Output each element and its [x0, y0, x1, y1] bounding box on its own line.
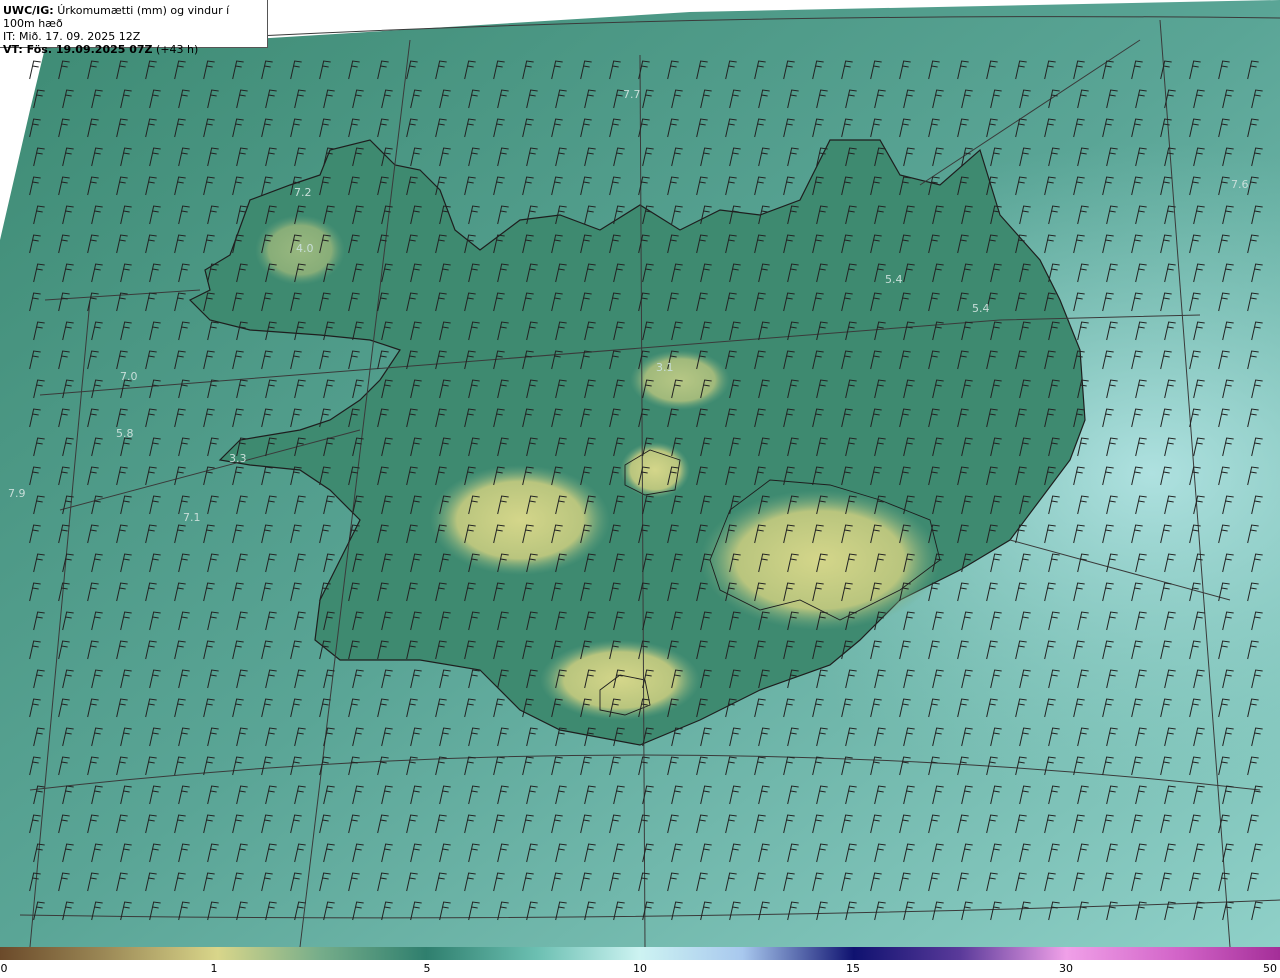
map-label: 3.3 [229, 452, 247, 465]
forecast-header: UWC/IG: Úrkomumætti (mm) og vindur í 100… [0, 0, 268, 56]
map-label: 5.4 [972, 302, 990, 315]
map-label: 7.0 [120, 370, 138, 383]
map-viewer: 7.7 7.2 4.0 7.0 5.8 3.3 7.9 7.1 3.1 5.4 … [0, 0, 1280, 978]
init-time: IT: Mið. 17. 09. 2025 12Z [3, 30, 141, 43]
colorbar-tick: 5 [423, 962, 431, 975]
highland-south [540, 640, 700, 720]
header-title-line: UWC/IG: Úrkomumætti (mm) og vindur í 100… [3, 4, 264, 30]
map-label: 7.9 [8, 487, 26, 500]
colorbar-tick: 1 [210, 962, 218, 975]
map-label: 5.8 [116, 427, 134, 440]
forecast-map[interactable]: 7.7 7.2 4.0 7.0 5.8 3.3 7.9 7.1 3.1 5.4 … [0, 0, 1280, 947]
highland-north [630, 350, 730, 410]
map-label: 7.7 [623, 88, 641, 101]
colorbar-gradient [0, 947, 1280, 960]
colorbar-tick: 50 [1263, 962, 1277, 975]
map-label: 7.2 [294, 186, 312, 199]
map-label: 5.4 [885, 273, 903, 286]
colorbar-tick: 0 [0, 962, 8, 975]
colorbar [0, 947, 1280, 960]
valid-time-line: VT: Fös. 19.09.2025 07Z (+43 h) [3, 43, 264, 56]
model-name: UWC/IG: [3, 4, 54, 17]
colorbar-tick-labels: 0 1 5 10 15 30 50 [0, 962, 1280, 978]
colorbar-tick: 15 [846, 962, 860, 975]
valid-time: VT: Fös. 19.09.2025 07Z [3, 43, 153, 56]
map-label: 7.6 [1231, 178, 1249, 191]
map-label: 3.1 [656, 361, 674, 374]
lead-time: (+43 h) [156, 43, 199, 56]
map-label: 7.1 [183, 511, 201, 524]
highland-hofsjokull [620, 442, 690, 498]
colorbar-tick: 30 [1059, 962, 1073, 975]
highland-west [430, 465, 610, 575]
colorbar-tick: 10 [633, 962, 647, 975]
map-label: 4.0 [296, 242, 314, 255]
